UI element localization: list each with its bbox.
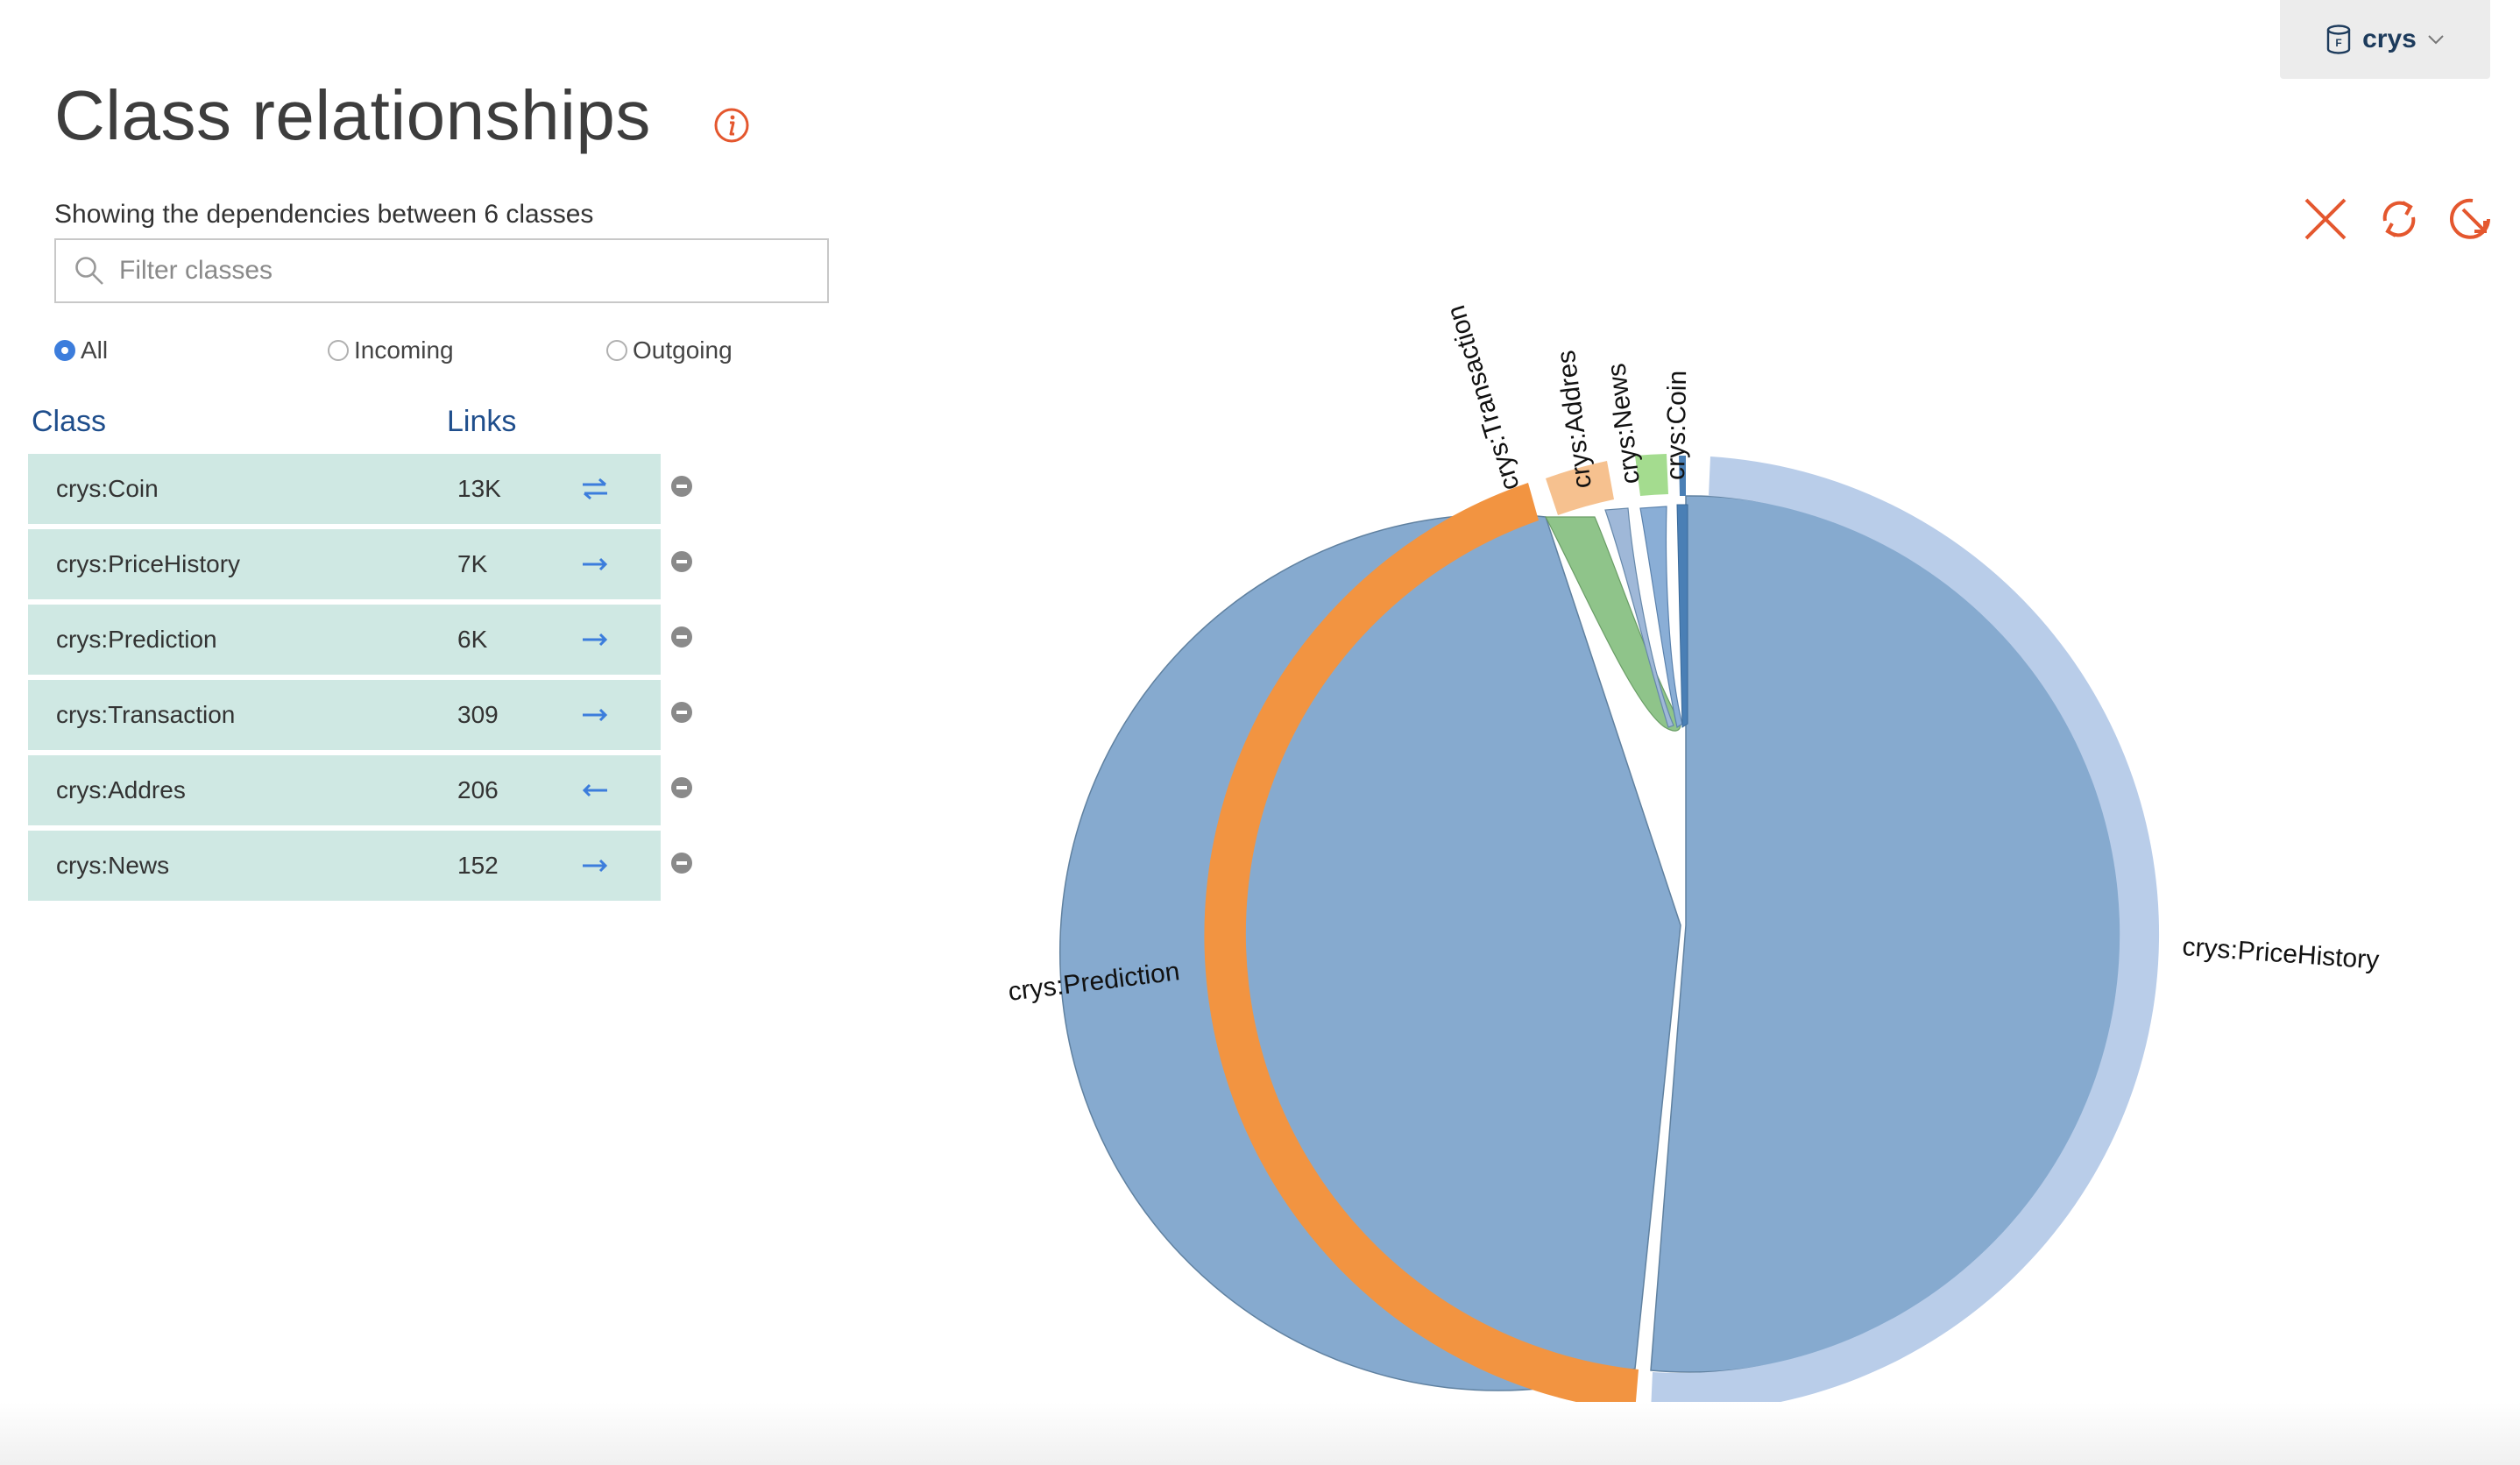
radio-incoming-label: Incoming xyxy=(354,336,454,364)
remove-class-button[interactable] xyxy=(671,777,692,798)
filter-classes-field[interactable] xyxy=(54,238,829,303)
page-bottom-shadow xyxy=(0,1402,2520,1465)
class-name: crys:Transaction xyxy=(56,701,236,728)
chevron-down-icon xyxy=(2428,35,2444,45)
table-row[interactable]: crys:Transaction 309 xyxy=(28,680,661,750)
search-icon xyxy=(75,257,103,285)
table-row[interactable]: crys:News 152 xyxy=(28,831,661,901)
zoom-reset-icon[interactable] xyxy=(2448,195,2497,244)
radio-outgoing[interactable]: Outgoing xyxy=(606,336,733,364)
table-row[interactable]: crys:Prediction 6K xyxy=(28,605,661,675)
class-name: crys:Addres xyxy=(56,776,186,803)
chord-label: crys:Coin xyxy=(1661,371,1692,481)
chord-label: crys:Transaction xyxy=(1441,302,1525,494)
links-count: 13K xyxy=(457,475,501,502)
class-name: crys:News xyxy=(56,852,170,879)
repository-name: crys xyxy=(2362,25,2417,53)
remove-class-button[interactable] xyxy=(671,476,692,497)
radio-incoming-indicator[interactable] xyxy=(328,340,349,361)
column-header-class[interactable]: Class xyxy=(32,405,106,439)
remove-class-button[interactable] xyxy=(671,626,692,648)
table-row[interactable]: crys:PriceHistory 7K xyxy=(28,529,661,599)
column-header-links[interactable]: Links xyxy=(447,405,516,439)
ribbon-pricehistory-prediction[interactable] xyxy=(1650,495,2129,1373)
links-count: 206 xyxy=(457,776,499,803)
class-name: crys:Prediction xyxy=(56,626,217,653)
links-count: 309 xyxy=(457,701,499,728)
links-count: 152 xyxy=(457,852,499,879)
radio-outgoing-indicator[interactable] xyxy=(606,340,627,361)
arrow-right-icon xyxy=(583,557,608,571)
remove-class-button[interactable] xyxy=(671,551,692,572)
bidirectional-arrow-icon xyxy=(583,478,607,500)
arrow-right-icon xyxy=(583,633,608,647)
database-icon: F xyxy=(2326,25,2351,54)
links-count: 6K xyxy=(457,626,488,653)
radio-outgoing-label: Outgoing xyxy=(633,336,733,364)
remove-class-button[interactable] xyxy=(671,853,692,874)
info-icon[interactable] xyxy=(713,107,750,144)
class-name: crys:PriceHistory xyxy=(56,550,241,577)
chord-label: crys:Addres xyxy=(1552,349,1597,490)
table-row[interactable]: crys:Coin 13K xyxy=(28,454,661,524)
radio-incoming[interactable]: Incoming xyxy=(328,336,454,364)
filter-classes-input[interactable] xyxy=(117,255,804,287)
radio-all-label: All xyxy=(81,336,109,364)
page-title: Class relationships xyxy=(54,76,651,154)
radio-all[interactable]: All xyxy=(54,336,108,364)
arrow-left-icon xyxy=(582,783,607,797)
links-count: 7K xyxy=(457,550,488,577)
class-name: crys:Coin xyxy=(56,475,159,502)
remove-class-button[interactable] xyxy=(671,702,692,723)
chord-label: crys:PriceHistory xyxy=(2182,932,2381,975)
repository-selector[interactable]: F crys xyxy=(2280,0,2490,79)
ribbon-coin[interactable] xyxy=(1676,504,1688,728)
dependencies-summary: Showing the dependencies between 6 class… xyxy=(54,200,594,229)
svg-text:F: F xyxy=(2335,37,2341,49)
arrow-right-icon xyxy=(583,859,608,873)
radio-all-indicator[interactable] xyxy=(54,340,75,361)
chord-diagram: crys:PriceHistory crys:Prediction crys:T… xyxy=(1007,302,2381,1402)
table-row[interactable]: crys:Addres 206 xyxy=(28,755,661,825)
arrow-right-icon xyxy=(583,708,608,722)
chord-label: crys:News xyxy=(1602,362,1646,485)
